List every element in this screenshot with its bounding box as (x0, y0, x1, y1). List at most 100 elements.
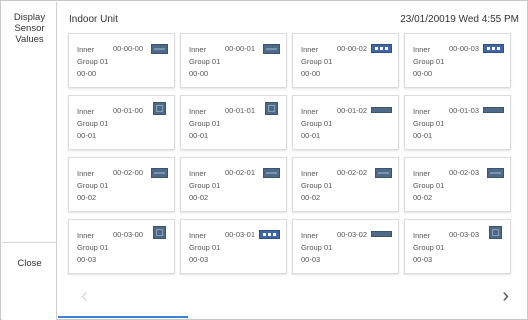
unit-code: 00-02 (413, 193, 433, 202)
unit-code: 00-03 (189, 255, 209, 264)
unit-group: Group 01 (189, 181, 221, 190)
unit-address: 00-01-01 (225, 106, 256, 115)
unit-name: Inner (77, 169, 95, 178)
ceiling-unit-icon (151, 44, 168, 54)
wall-unit-icon (371, 107, 392, 113)
unit-address: 00-03-03 (449, 230, 480, 239)
unit-address: 00-02-03 (449, 168, 480, 177)
unit-card[interactable]: Inner 00-02-00 Group 01 00-02 (68, 157, 175, 212)
unit-card[interactable]: Inner 00-00-00 Group 01 00-00 (68, 33, 175, 88)
display-sensor-values-button[interactable]: Display Sensor Values (2, 12, 57, 45)
unit-name: Inner (301, 169, 319, 178)
unit-code: 00-00 (189, 69, 209, 78)
unit-card[interactable]: Inner 00-02-02 Group 01 00-02 (292, 157, 399, 212)
unit-code: 00-00 (301, 69, 321, 78)
unit-code: 00-01 (301, 131, 321, 140)
unit-card[interactable]: Inner 00-01-02 Group 01 00-01 (292, 95, 399, 150)
unit-card[interactable]: Inner 00-01-03 Group 01 00-01 (404, 95, 511, 150)
unit-name: Inner (77, 231, 95, 240)
ceiling-unit-icon (263, 168, 280, 178)
unit-card[interactable]: Inner 00-03-02 Group 01 00-03 (292, 219, 399, 274)
unit-group: Group 01 (77, 119, 109, 128)
ceiling-unit-icon (263, 44, 280, 54)
unit-group: Group 01 (413, 181, 445, 190)
page-title: Indoor Unit (69, 14, 118, 25)
unit-group: Group 01 (413, 57, 445, 66)
sidebar-divider (2, 242, 57, 243)
cassette-unit-icon (265, 102, 278, 115)
unit-address: 00-03-01 (225, 230, 256, 239)
unit-code: 00-03 (413, 255, 433, 264)
unit-name: Inner (77, 45, 95, 54)
unit-address: 00-00-00 (113, 44, 144, 53)
unit-address: 00-03-02 (337, 230, 368, 239)
unit-name: Inner (413, 107, 431, 116)
wall-unit-icon (483, 107, 504, 113)
chevron-right-icon: › (502, 285, 509, 307)
unit-card[interactable]: Inner 00-00-03 Group 01 00-00 (404, 33, 511, 88)
unit-code: 00-02 (301, 193, 321, 202)
ceiling-unit-icon (487, 168, 504, 178)
cassette-unit-icon (153, 226, 166, 239)
ceiling-unit-icon (151, 168, 168, 178)
display-unit-icon (371, 44, 392, 53)
unit-group: Group 01 (77, 57, 109, 66)
next-page-button[interactable]: › (502, 285, 509, 308)
unit-code: 00-03 (77, 255, 97, 264)
unit-grid: Inner 00-00-00 Group 01 00-00 Inner 00-00-01 G… (68, 33, 518, 277)
ceiling-unit-icon (375, 168, 392, 178)
unit-card[interactable]: Inner 00-02-01 Group 01 00-02 (180, 157, 287, 212)
unit-name: Inner (77, 107, 95, 116)
unit-group: Group 01 (77, 181, 109, 190)
unit-address: 00-03-00 (113, 230, 144, 239)
close-label: Close (17, 258, 42, 269)
cassette-unit-icon (153, 102, 166, 115)
unit-card[interactable]: Inner 00-02-03 Group 01 00-02 (404, 157, 511, 212)
unit-address: 00-02-00 (113, 168, 144, 177)
unit-group: Group 01 (189, 57, 221, 66)
unit-name: Inner (189, 45, 207, 54)
unit-name: Inner (189, 231, 207, 240)
previous-page-button[interactable]: ‹ (81, 285, 88, 308)
unit-group: Group 01 (413, 119, 445, 128)
display-sensor-values-label: Display Sensor Values (13, 12, 46, 45)
unit-code: 00-02 (77, 193, 97, 202)
sidebar: Display Sensor Values Close (2, 2, 57, 320)
unit-name: Inner (413, 45, 431, 54)
unit-name: Inner (413, 231, 431, 240)
datetime-display: 23/01/20019 Wed 4:55 PM (400, 14, 519, 25)
unit-address: 00-00-03 (449, 44, 480, 53)
unit-card[interactable]: Inner 00-01-00 Group 01 00-01 (68, 95, 175, 150)
close-button[interactable]: Close (2, 258, 57, 269)
unit-address: 00-00-01 (225, 44, 256, 53)
unit-address: 00-02-02 (337, 168, 368, 177)
unit-group: Group 01 (77, 243, 109, 252)
cassette-unit-icon (489, 226, 502, 239)
unit-card[interactable]: Inner 00-03-01 Group 01 00-03 (180, 219, 287, 274)
unit-code: 00-00 (413, 69, 433, 78)
unit-code: 00-01 (77, 131, 97, 140)
unit-card[interactable]: Inner 00-00-01 Group 01 00-00 (180, 33, 287, 88)
unit-group: Group 01 (301, 181, 333, 190)
unit-name: Inner (301, 45, 319, 54)
unit-group: Group 01 (413, 243, 445, 252)
unit-card[interactable]: Inner 00-00-02 Group 01 00-00 (292, 33, 399, 88)
unit-address: 00-01-00 (113, 106, 144, 115)
unit-address: 00-02-01 (225, 168, 256, 177)
indoor-unit-screen: Display Sensor Values Close Indoor Unit … (0, 0, 528, 320)
unit-name: Inner (301, 107, 319, 116)
unit-card[interactable]: Inner 00-01-01 Group 01 00-01 (180, 95, 287, 150)
display-unit-icon (259, 230, 280, 239)
unit-code: 00-02 (189, 193, 209, 202)
unit-code: 00-03 (301, 255, 321, 264)
unit-group: Group 01 (301, 57, 333, 66)
unit-name: Inner (301, 231, 319, 240)
wall-unit-icon (371, 231, 392, 237)
unit-card[interactable]: Inner 00-03-03 Group 01 00-03 (404, 219, 511, 274)
unit-address: 00-00-02 (337, 44, 368, 53)
unit-code: 00-01 (413, 131, 433, 140)
chevron-left-icon: ‹ (81, 285, 88, 307)
unit-card[interactable]: Inner 00-03-00 Group 01 00-03 (68, 219, 175, 274)
unit-name: Inner (189, 107, 207, 116)
unit-group: Group 01 (189, 243, 221, 252)
